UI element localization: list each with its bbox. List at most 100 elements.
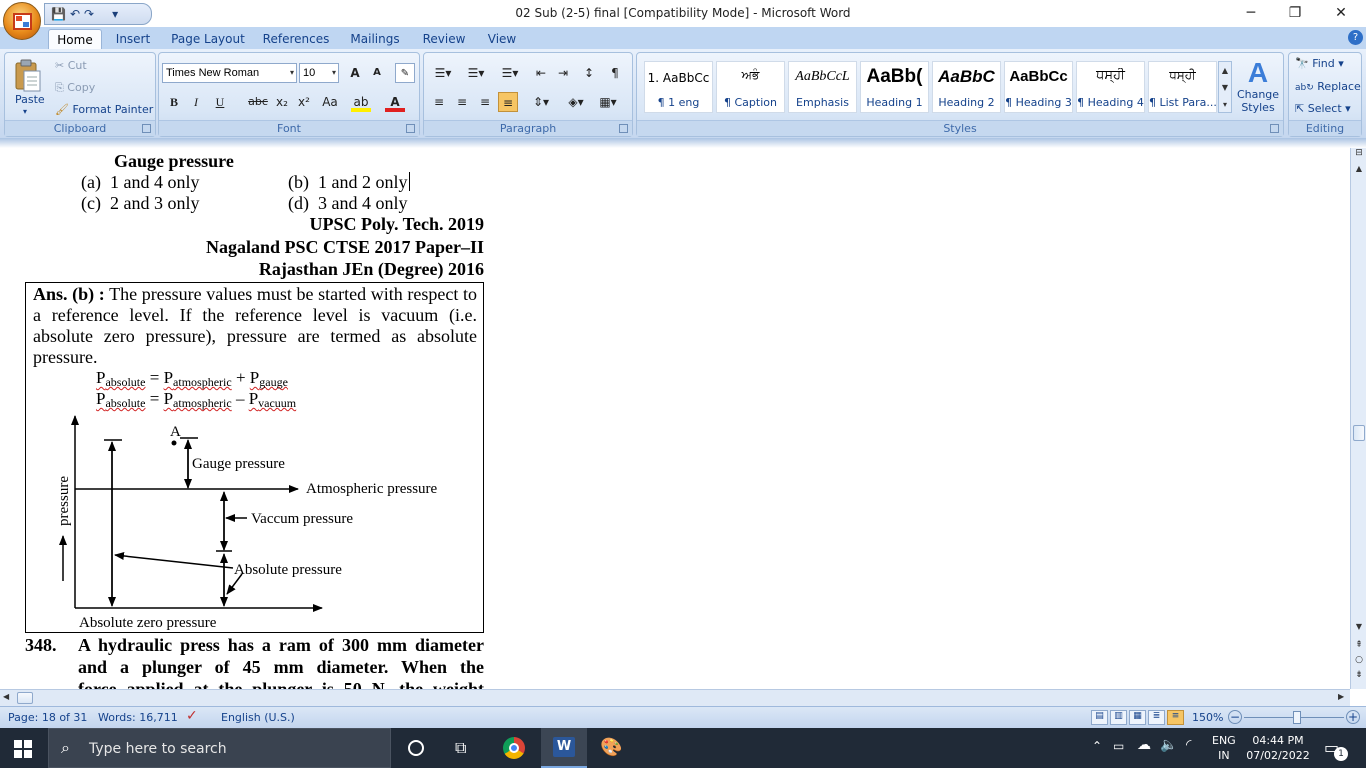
paste-button[interactable]: Paste [15, 93, 45, 106]
paste-icon[interactable] [13, 59, 43, 93]
office-button[interactable] [3, 2, 41, 40]
style-1-eng[interactable]: 1. AaBbCc ¶ 1 eng [644, 61, 713, 113]
tray-chevron-icon[interactable]: ⌃ [1092, 739, 1102, 753]
ruler-toggle-icon[interactable]: ⊟ [1352, 148, 1366, 164]
shrink-font-button[interactable]: A [367, 63, 387, 83]
superscript-button[interactable]: x² [294, 92, 314, 112]
paragraph-launcher-icon[interactable]: . [619, 124, 628, 133]
proofing-icon[interactable]: ✓ [186, 708, 198, 724]
font-color-icon[interactable]: A [385, 92, 405, 112]
word-count[interactable]: Words: 16,711 [98, 711, 178, 724]
print-layout-icon[interactable]: ▤ [1091, 710, 1108, 725]
numbering-icon[interactable]: ☰▾ [462, 63, 490, 83]
change-styles-button[interactable]: A Change Styles [1236, 58, 1280, 115]
battery-icon[interactable]: ▭ [1113, 739, 1124, 753]
wifi-icon[interactable]: ◜ [1186, 737, 1191, 753]
next-page-icon[interactable]: ⇟ [1352, 670, 1366, 684]
zoom-level[interactable]: 150% [1192, 711, 1223, 724]
borders-icon[interactable]: ▦▾ [594, 92, 622, 112]
cloud-icon[interactable]: ☁ [1137, 737, 1151, 753]
replace-button[interactable]: ab↻ Replace [1295, 80, 1361, 93]
find-button[interactable]: 🔭 Find ▾ [1295, 57, 1344, 70]
scroll-left-icon[interactable]: ◀ [3, 692, 9, 701]
language-switcher[interactable]: ENG IN [1212, 733, 1236, 763]
style-heading-3[interactable]: AaBbCc ¶ Heading 3 [1004, 61, 1073, 113]
chevron-down-icon[interactable]: ▾ [290, 64, 294, 82]
chrome-icon[interactable] [503, 737, 525, 759]
clock[interactable]: 04:44 PM 07/02/2022 [1244, 733, 1312, 763]
browse-object-icon[interactable]: ○ [1352, 655, 1366, 669]
page-count[interactable]: Page: 18 of 31 [8, 711, 87, 724]
document-page[interactable]: Gauge pressure (a) 1 and 4 only (b) 1 an… [0, 148, 1350, 689]
web-layout-icon[interactable]: ▦ [1129, 710, 1146, 725]
clear-formatting-icon[interactable]: ✎ [395, 63, 415, 83]
style-emphasis[interactable]: AaBbCcL Emphasis [788, 61, 857, 113]
styles-scroll[interactable]: ▲ ▼ ▾ [1218, 61, 1232, 113]
taskbar-search-box[interactable]: ⌕ Type here to search [48, 728, 391, 768]
style-heading-4[interactable]: ਧਸ੍ਹੀ ¶ Heading 4 [1076, 61, 1145, 113]
font-size-combo[interactable]: 10 ▾ [299, 63, 339, 83]
task-view-icon[interactable]: ⧉ [455, 738, 466, 758]
line-spacing-icon[interactable]: ⇕▾ [527, 92, 555, 112]
close-button[interactable]: ✕ [1318, 0, 1364, 26]
paint-icon[interactable]: 🎨 [600, 737, 622, 758]
zoom-out-icon[interactable]: − [1228, 710, 1242, 724]
select-button[interactable]: ⇱ Select ▾ [1295, 102, 1351, 115]
vertical-scrollbar[interactable]: ⊟ ▲ ▼ ⇞ ○ ⇟ [1350, 148, 1366, 689]
language-indicator[interactable]: English (U.S.) [221, 711, 295, 724]
chevron-down-icon[interactable]: ▾ [332, 64, 336, 82]
tab-home[interactable]: Home [48, 29, 102, 49]
multilevel-list-icon[interactable]: ☰▾ [496, 63, 524, 83]
show-formatting-icon[interactable]: ¶ [605, 63, 625, 83]
style-heading-1[interactable]: AaBb(Heading 1 [860, 61, 929, 113]
italic-button[interactable]: I [186, 92, 206, 112]
zoom-in-icon[interactable]: + [1346, 710, 1360, 724]
help-icon[interactable]: ? [1348, 30, 1363, 45]
scroll-right-icon[interactable]: ▶ [1338, 692, 1344, 701]
volume-icon[interactable]: 🔈 [1160, 737, 1177, 753]
decrease-indent-icon[interactable]: ⇤ [531, 63, 551, 83]
tab-page-layout[interactable]: Page Layout [168, 29, 248, 49]
bold-button[interactable]: B [164, 92, 184, 112]
scroll-down-icon[interactable]: ▼ [1352, 622, 1366, 636]
outline-icon[interactable]: ≣ [1148, 710, 1165, 725]
cut-button[interactable]: ✂ Cut [55, 59, 87, 72]
justify-icon[interactable]: ≡ [498, 92, 518, 112]
styles-launcher-icon[interactable]: . [1270, 124, 1279, 133]
zoom-slider-thumb[interactable] [1293, 711, 1301, 724]
word-taskbar-button[interactable]: W [541, 728, 587, 768]
style-caption[interactable]: ਅਭੰ ¶ Caption [716, 61, 785, 113]
tab-review[interactable]: Review [418, 29, 470, 49]
align-right-icon[interactable]: ≡ [475, 92, 495, 112]
style-heading-2[interactable]: AaBbC Heading 2 [932, 61, 1001, 113]
paste-dropdown-icon[interactable]: ▾ [23, 107, 27, 116]
font-name-combo[interactable]: Times New Roman ▾ [162, 63, 297, 83]
scroll-thumb[interactable] [1353, 425, 1365, 441]
align-left-icon[interactable]: ≡ [429, 92, 449, 112]
font-launcher-icon[interactable]: . [406, 124, 415, 133]
format-painter-button[interactable]: 🖌 Format Painter [55, 103, 153, 116]
grow-font-button[interactable]: A [345, 63, 365, 83]
draft-icon[interactable]: ≡ [1167, 710, 1184, 725]
previous-page-icon[interactable]: ⇞ [1352, 640, 1366, 654]
shading-icon[interactable]: ◈▾ [562, 92, 590, 112]
scroll-up-icon[interactable]: ▲ [1352, 164, 1366, 178]
highlight-icon[interactable]: ab [351, 92, 371, 112]
increase-indent-icon[interactable]: ⇥ [553, 63, 573, 83]
restore-button[interactable]: ❐ [1272, 0, 1318, 26]
strikethrough-button[interactable]: abc [246, 92, 270, 112]
copy-button[interactable]: ⎘ Copy [55, 81, 95, 95]
tab-insert[interactable]: Insert [110, 29, 156, 49]
style-list-paragraph[interactable]: ਧਸ੍ਹੀ ¶ List Para... [1148, 61, 1217, 113]
clipboard-launcher-icon[interactable]: . [142, 124, 151, 133]
tab-mailings[interactable]: Mailings [345, 29, 405, 49]
full-screen-reading-icon[interactable]: ▥ [1110, 710, 1127, 725]
hscroll-thumb[interactable] [17, 692, 33, 704]
tab-view[interactable]: View [482, 29, 522, 49]
change-case-button[interactable]: Aa [317, 92, 343, 112]
subscript-button[interactable]: x₂ [272, 92, 292, 112]
tab-references[interactable]: References [260, 29, 332, 49]
minimize-button[interactable]: ─ [1228, 0, 1274, 26]
bullets-icon[interactable]: ☰▾ [429, 63, 457, 83]
windows-start-icon[interactable] [14, 740, 32, 758]
